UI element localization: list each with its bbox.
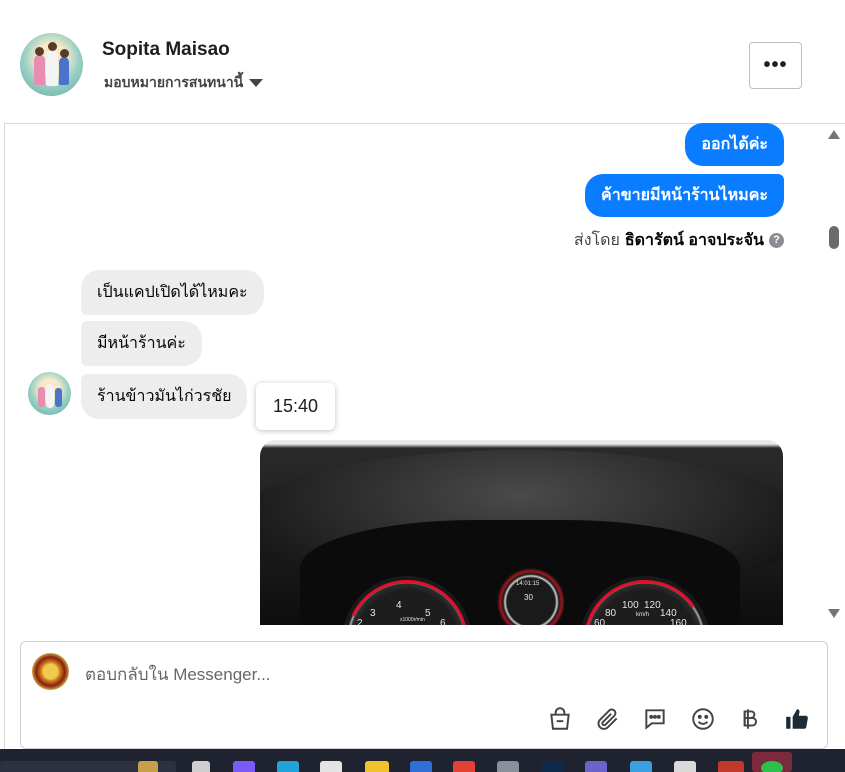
taskbar-app-icon[interactable]: [674, 761, 696, 772]
incoming-message[interactable]: เป็นแคปเปิดได้ไหมคะ: [81, 270, 264, 315]
gauge-unit: km/h: [636, 612, 650, 618]
saved-reply-icon[interactable]: [641, 705, 669, 733]
line-app-icon[interactable]: [761, 761, 783, 772]
taskbar-app-icon[interactable]: [453, 761, 475, 772]
taskbar-app-icon[interactable]: [541, 761, 563, 772]
gauge-label: 100: [622, 600, 639, 611]
scroll-down-arrow-icon[interactable]: [828, 609, 840, 618]
taskbar-app-icon[interactable]: [630, 761, 652, 772]
gauge-label: 4: [396, 600, 402, 611]
image-attachment[interactable]: 4 3 5 2 6 x1000r/min 14:01:15 30 100 120…: [260, 440, 783, 625]
emoji-icon[interactable]: [689, 705, 717, 733]
contact-name[interactable]: Sopita Maisao: [102, 39, 230, 61]
sent-by-info: ส่งโดย ธิดารัตน์ อาจประจัน ?: [574, 228, 784, 253]
sent-by-prefix: ส่งโดย: [573, 232, 620, 249]
like-thumbs-up-icon[interactable]: [783, 705, 811, 733]
assign-conversation-dropdown[interactable]: มอบหมายการสนทนานี้: [104, 72, 264, 94]
gauge-label: 120: [644, 600, 661, 611]
gauge-label: 6: [440, 618, 446, 625]
timestamp-tooltip: 15:40: [256, 383, 335, 430]
gauge-unit: x1000r/min: [400, 617, 425, 623]
reply-input[interactable]: [85, 664, 685, 686]
gauge-label: 2: [357, 618, 363, 625]
scroll-up-arrow-icon[interactable]: [828, 130, 840, 139]
gauge-label: 160: [670, 618, 687, 625]
sender-avatar[interactable]: [28, 372, 71, 415]
contact-avatar[interactable]: [20, 33, 83, 96]
center-gauge-time: 14:01:15: [516, 581, 540, 587]
center-gauge-value: 30: [524, 593, 533, 602]
taskbar-app-icon[interactable]: [320, 761, 342, 772]
taskbar-app-icon[interactable]: [192, 761, 210, 772]
gauge-label: 5: [425, 608, 431, 619]
message-composer: [20, 641, 828, 749]
help-icon[interactable]: ?: [769, 233, 784, 248]
paperclip-icon[interactable]: [594, 705, 622, 733]
gauge-label: 60: [594, 618, 606, 625]
gauge-label: 80: [605, 608, 617, 619]
os-taskbar: [0, 749, 845, 772]
scrollbar-thumb[interactable]: [829, 226, 839, 249]
incoming-message[interactable]: มีหน้าร้านค่ะ: [81, 321, 202, 366]
shop-bag-icon[interactable]: [546, 705, 574, 733]
taskbar-app-icon[interactable]: [277, 761, 299, 772]
taskbar-app-icon[interactable]: [718, 761, 744, 772]
assign-conversation-label: มอบหมายการสนทนานี้: [104, 74, 244, 90]
taskbar-app-icon[interactable]: [585, 761, 607, 772]
outgoing-message[interactable]: ออกได้ค่ะ: [685, 123, 784, 166]
outgoing-message[interactable]: ค้าขายมีหน้าร้านไหมคะ: [585, 174, 784, 217]
taskbar-app-icon[interactable]: [138, 761, 158, 772]
taskbar-app-icon[interactable]: [365, 761, 389, 772]
caret-down-icon: [249, 79, 264, 87]
conversation-header: Sopita Maisao มอบหมายการสนทนานี้ •••: [4, 6, 845, 124]
baht-payment-icon[interactable]: [735, 705, 763, 733]
taskbar-app-icon[interactable]: [233, 761, 255, 772]
sent-by-name[interactable]: ธิดารัตน์ อาจประจัน: [625, 228, 764, 253]
incoming-message[interactable]: ร้านข้าวมันไก่วรชัย: [81, 374, 248, 419]
more-options-button[interactable]: •••: [749, 42, 802, 89]
taskbar-app-icon[interactable]: [410, 761, 432, 772]
taskbar-app-icon[interactable]: [497, 761, 519, 772]
gauge-label: 3: [370, 608, 376, 619]
page-avatar: [32, 653, 69, 690]
